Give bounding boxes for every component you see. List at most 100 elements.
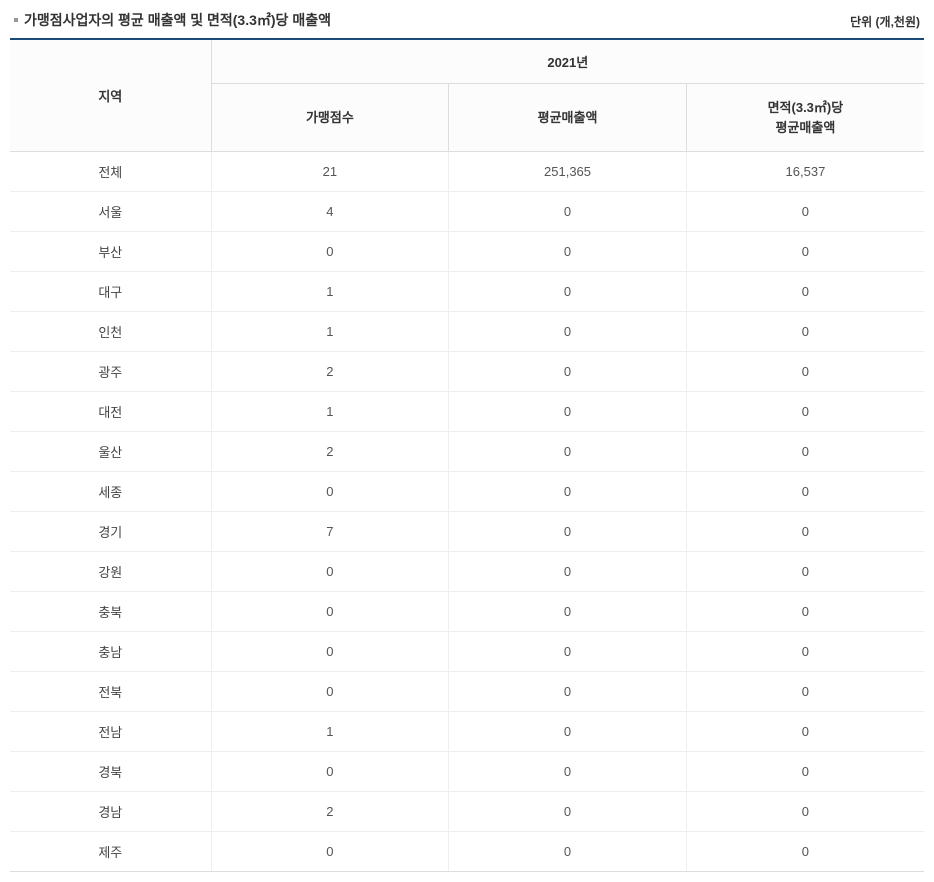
- cell-avg-sales: 251,365: [449, 152, 687, 192]
- cell-avg-sales: 0: [449, 432, 687, 472]
- cell-count: 0: [211, 672, 449, 712]
- cell-count: 1: [211, 392, 449, 432]
- header-count: 가맹점수: [211, 84, 449, 152]
- cell-count: 1: [211, 312, 449, 352]
- cell-area-sales: 0: [686, 672, 924, 712]
- table-row: 전북000: [10, 672, 924, 712]
- table-row: 세종000: [10, 472, 924, 512]
- cell-area-sales: 0: [686, 192, 924, 232]
- cell-count: 0: [211, 752, 449, 792]
- cell-count: 0: [211, 592, 449, 632]
- cell-count: 0: [211, 232, 449, 272]
- table-row: 광주200: [10, 352, 924, 392]
- cell-avg-sales: 0: [449, 192, 687, 232]
- table-row: 강원000: [10, 552, 924, 592]
- cell-avg-sales: 0: [449, 472, 687, 512]
- cell-avg-sales: 0: [449, 512, 687, 552]
- cell-area-sales: 0: [686, 432, 924, 472]
- cell-area-sales: 0: [686, 552, 924, 592]
- cell-avg-sales: 0: [449, 792, 687, 832]
- table-body: 전체21251,36516,537서울400부산000대구100인천100광주2…: [10, 152, 924, 872]
- title-text: 가맹점사업자의 평균 매출액 및 면적(3.3㎡)당 매출액: [24, 10, 331, 30]
- header-avg-sales: 평균매출액: [449, 84, 687, 152]
- table-row: 전남100: [10, 712, 924, 752]
- table-row: 전체21251,36516,537: [10, 152, 924, 192]
- cell-avg-sales: 0: [449, 312, 687, 352]
- table-row: 부산000: [10, 232, 924, 272]
- table-row: 경기700: [10, 512, 924, 552]
- sales-table: 지역 2021년 가맹점수 평균매출액 면적(3.3㎡)당 평균매출액 전체21…: [10, 38, 924, 872]
- cell-avg-sales: 0: [449, 672, 687, 712]
- cell-count: 2: [211, 792, 449, 832]
- cell-region: 광주: [10, 352, 211, 392]
- cell-count: 0: [211, 632, 449, 672]
- cell-region: 제주: [10, 832, 211, 872]
- cell-count: 4: [211, 192, 449, 232]
- cell-count: 0: [211, 552, 449, 592]
- table-row: 제주000: [10, 832, 924, 872]
- cell-area-sales: 0: [686, 312, 924, 352]
- table-row: 경북000: [10, 752, 924, 792]
- cell-avg-sales: 0: [449, 552, 687, 592]
- cell-avg-sales: 0: [449, 272, 687, 312]
- cell-region: 울산: [10, 432, 211, 472]
- header-region: 지역: [10, 39, 211, 152]
- page-title: 가맹점사업자의 평균 매출액 및 면적(3.3㎡)당 매출액: [14, 10, 331, 30]
- cell-region: 대전: [10, 392, 211, 432]
- cell-region: 대구: [10, 272, 211, 312]
- cell-region: 전체: [10, 152, 211, 192]
- table-row: 울산200: [10, 432, 924, 472]
- cell-avg-sales: 0: [449, 752, 687, 792]
- header-row: 가맹점사업자의 평균 매출액 및 면적(3.3㎡)당 매출액 단위 (개,천원): [10, 10, 924, 30]
- cell-avg-sales: 0: [449, 712, 687, 752]
- cell-region: 세종: [10, 472, 211, 512]
- cell-area-sales: 0: [686, 272, 924, 312]
- table-row: 충남000: [10, 632, 924, 672]
- cell-area-sales: 0: [686, 792, 924, 832]
- cell-count: 7: [211, 512, 449, 552]
- cell-region: 전북: [10, 672, 211, 712]
- cell-region: 전남: [10, 712, 211, 752]
- cell-area-sales: 0: [686, 832, 924, 872]
- table-row: 대구100: [10, 272, 924, 312]
- cell-region: 충북: [10, 592, 211, 632]
- table-row: 대전100: [10, 392, 924, 432]
- table-row: 서울400: [10, 192, 924, 232]
- cell-avg-sales: 0: [449, 352, 687, 392]
- cell-region: 인천: [10, 312, 211, 352]
- cell-avg-sales: 0: [449, 832, 687, 872]
- table-row: 인천100: [10, 312, 924, 352]
- cell-count: 1: [211, 272, 449, 312]
- cell-region: 충남: [10, 632, 211, 672]
- cell-count: 21: [211, 152, 449, 192]
- cell-avg-sales: 0: [449, 392, 687, 432]
- bullet-icon: [14, 18, 18, 22]
- cell-area-sales: 0: [686, 472, 924, 512]
- cell-region: 경남: [10, 792, 211, 832]
- cell-count: 1: [211, 712, 449, 752]
- cell-count: 0: [211, 472, 449, 512]
- cell-count: 2: [211, 352, 449, 392]
- cell-region: 경기: [10, 512, 211, 552]
- cell-count: 0: [211, 832, 449, 872]
- cell-area-sales: 0: [686, 392, 924, 432]
- cell-area-sales: 16,537: [686, 152, 924, 192]
- cell-area-sales: 0: [686, 232, 924, 272]
- table-row: 충북000: [10, 592, 924, 632]
- cell-count: 2: [211, 432, 449, 472]
- cell-region: 경북: [10, 752, 211, 792]
- cell-area-sales: 0: [686, 352, 924, 392]
- table-row: 경남200: [10, 792, 924, 832]
- unit-label: 단위 (개,천원): [850, 13, 920, 30]
- cell-area-sales: 0: [686, 632, 924, 672]
- cell-avg-sales: 0: [449, 232, 687, 272]
- header-year: 2021년: [211, 39, 924, 84]
- cell-region: 서울: [10, 192, 211, 232]
- table-header: 지역 2021년 가맹점수 평균매출액 면적(3.3㎡)당 평균매출액: [10, 39, 924, 152]
- cell-region: 강원: [10, 552, 211, 592]
- header-area-line1: 면적(3.3㎡)당: [768, 100, 844, 115]
- cell-avg-sales: 0: [449, 592, 687, 632]
- header-area-line2: 평균매출액: [776, 120, 836, 135]
- cell-area-sales: 0: [686, 752, 924, 792]
- cell-area-sales: 0: [686, 512, 924, 552]
